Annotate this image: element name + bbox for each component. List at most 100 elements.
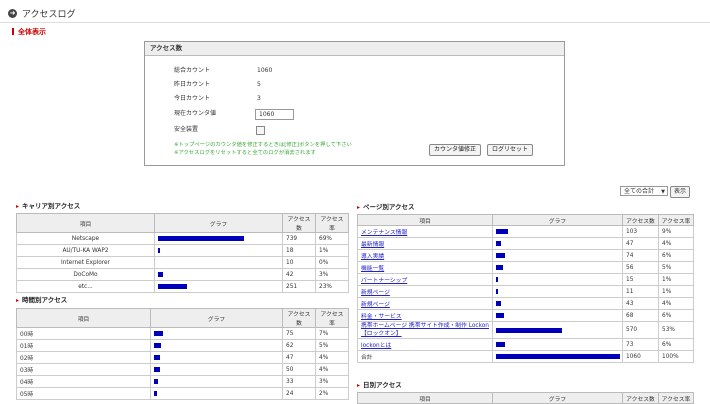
table-row: メンテナンス情報 103 9%	[357, 225, 694, 238]
row-graph	[150, 363, 283, 376]
col-graph: グラフ	[492, 392, 623, 404]
graph-bar	[496, 229, 508, 234]
row-rate: 6%	[658, 338, 694, 351]
row-label: 04時	[20, 380, 34, 386]
page-link[interactable]: 料金・サービス	[361, 314, 402, 320]
row-item: lockonとは	[357, 338, 493, 351]
row-count: 18	[282, 244, 316, 257]
row-label: 05時	[20, 392, 34, 398]
graph-bar	[158, 248, 160, 253]
table-row: 00時 75 7%	[16, 327, 349, 340]
show-button[interactable]: 表示	[670, 186, 691, 198]
row-graph	[154, 280, 283, 293]
row-count: 50	[282, 363, 316, 376]
graph-bar	[496, 301, 501, 306]
row-rate: 4%	[658, 237, 694, 250]
page-link[interactable]: 最新情報	[361, 242, 384, 248]
table-row: 最新情報 47 4%	[357, 237, 694, 250]
row-label: 00時	[20, 332, 34, 338]
log-reset-button[interactable]: ログリセット	[487, 144, 534, 156]
row-item: 03時	[16, 363, 151, 376]
table-row: パートナーシップ 15 1%	[357, 273, 694, 286]
row-rate: 6%	[658, 249, 694, 262]
row-graph	[154, 268, 283, 281]
graph-bar	[154, 391, 157, 396]
row-item: 携帯ホームページ 携帯サイト作成・制作 Lockon【ロックオン】	[357, 321, 493, 339]
graph-bar	[496, 253, 505, 258]
row-item: AU/TU-KA WAP2	[16, 244, 155, 257]
row-label: 02時	[20, 356, 34, 362]
table-row: etc... 251 23%	[16, 280, 349, 293]
row-item: 01時	[16, 339, 151, 352]
row-count: 56	[622, 261, 659, 274]
chevron-down-icon: ▼	[661, 189, 665, 195]
row-graph	[154, 256, 283, 269]
page-link[interactable]: 新規ページ	[361, 290, 390, 296]
access-count-title: アクセス数	[145, 42, 564, 56]
table-row: 05時 24 2%	[16, 387, 349, 400]
total-select-value: 全ての合計	[624, 188, 655, 195]
carrier-table: 項目 グラフ アクセス数 アクセス率 Netscape 739 69% AU/TU-K…	[16, 213, 349, 293]
graph-bar	[158, 272, 163, 277]
row-label: Netscape	[71, 235, 100, 242]
row-count: 1060	[622, 350, 659, 363]
table-row: 新規ページ 43 4%	[357, 297, 694, 310]
page-link[interactable]: パートナーシップ	[361, 278, 407, 284]
total-count-row: 総合カウント 1060	[174, 66, 272, 76]
row-label: 03時	[20, 368, 34, 374]
row-item: DoCoMo	[16, 268, 155, 281]
graph-bar	[154, 379, 158, 384]
carrier-section-title: キャリア別アクセス	[16, 201, 80, 211]
row-graph	[492, 350, 623, 363]
row-rate: 1%	[658, 285, 694, 298]
section-label: 全体表示	[12, 27, 46, 37]
row-rate: 4%	[315, 351, 349, 364]
table-row: 合計 1060 100%	[357, 350, 694, 363]
row-count: 103	[622, 225, 659, 238]
graph-bar	[496, 289, 498, 294]
graph-bar	[154, 367, 160, 372]
table-row: 携帯ホームページ 携帯サイト作成・制作 Lockon【ロックオン】 570 53%	[357, 321, 694, 339]
page-link[interactable]: 導入実績	[361, 254, 384, 260]
row-item: etc...	[16, 280, 155, 293]
arrow-right-circle-icon: ➜	[8, 8, 17, 18]
row-count: 74	[622, 249, 659, 262]
row-item: 機能一覧	[357, 261, 493, 274]
page-link[interactable]: 携帯ホームページ 携帯サイト作成・制作 Lockon【ロックオン】	[361, 323, 489, 337]
safety-checkbox[interactable]	[256, 126, 265, 135]
current-counter-input[interactable]: 1060	[255, 109, 294, 120]
row-graph	[492, 338, 623, 351]
row-graph	[150, 387, 283, 400]
col-item: 項目	[357, 392, 493, 404]
row-rate: 3%	[315, 268, 349, 281]
row-label: 01時	[20, 344, 34, 350]
page-section-title: ページ別アクセス	[357, 202, 415, 212]
row-count: 33	[282, 375, 316, 388]
hourly-section-title: 時間別アクセス	[16, 295, 67, 305]
page-link[interactable]: メンテナンス情報	[361, 230, 407, 236]
row-item: 合計	[357, 350, 493, 363]
safety-label: 安全装置	[174, 126, 199, 133]
row-count: 62	[282, 339, 316, 352]
page-link[interactable]: lockonとは	[361, 343, 391, 349]
counter-fix-button[interactable]: カウンタ値修正	[429, 144, 482, 156]
total-count-label: 総合カウント	[174, 67, 211, 74]
row-label: 合計	[361, 355, 373, 361]
row-item: 導入実績	[357, 249, 493, 262]
col-rate: アクセス率	[315, 213, 349, 233]
total-select[interactable]: 全ての合計 ▼	[620, 186, 668, 196]
page-link[interactable]: 機能一覧	[361, 266, 384, 272]
row-count: 42	[282, 268, 316, 281]
today-count-value: 3	[257, 95, 261, 102]
col-rate: アクセス率	[315, 308, 349, 328]
row-rate: 4%	[658, 297, 694, 310]
row-graph	[492, 261, 623, 274]
row-graph	[492, 285, 623, 298]
yesterday-count-label: 昨日カウント	[174, 81, 211, 88]
row-item: 新規ページ	[357, 285, 493, 298]
row-graph	[150, 339, 283, 352]
row-rate: 6%	[658, 309, 694, 322]
page-link[interactable]: 新規ページ	[361, 302, 390, 308]
row-rate: 53%	[658, 321, 694, 339]
col-rate: アクセス率	[658, 214, 694, 226]
